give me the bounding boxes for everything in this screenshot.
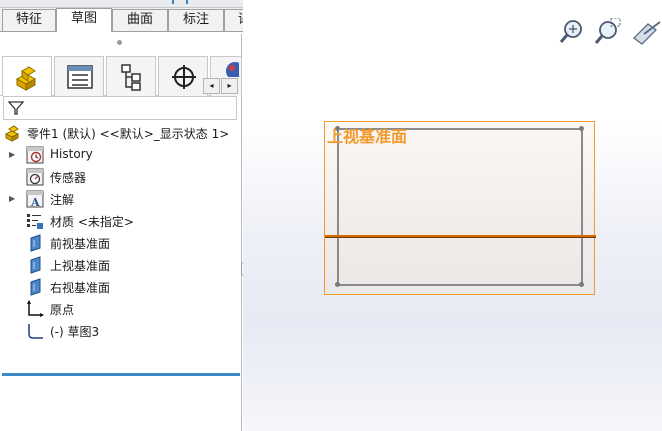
tree-item-top-plane[interactable]: 上视基准面 [0,254,242,276]
material-icon [27,214,43,229]
tree-item-label: 上视基准面 [50,259,111,273]
top-plane-preview[interactable]: 上视基准面 [324,121,596,295]
scroll-right-button[interactable]: ▸ [221,78,238,94]
history-icon [26,146,44,164]
annotations-icon: A [26,190,44,208]
tree-rollback-bar[interactable] [2,373,240,376]
plane-icon [30,278,41,296]
plane-icon [30,256,41,274]
command-manager-tabs: 特征 草图 曲面 标注 评估 [0,0,280,34]
svg-text:A: A [30,196,40,208]
active-command-indicator [172,0,188,4]
tree-root-label: 零件1 (默认) <<默认>_显示状态 1> [27,127,230,141]
tree-item-label: 注解 [50,193,75,207]
selected-edge-line[interactable] [325,235,596,238]
dimxpert-manager-icon [172,65,196,89]
panel-tab-scroller: ◂ ▸ [203,78,239,94]
feature-manager-panel: ◂ ▸ 零件1 (默认) <<默认>_显示状态 1> ▶ History 传感器… [0,34,242,431]
heads-up-view-toolbar [558,17,662,46]
plane-label: 上视基准面 [327,127,408,146]
zoom-to-area-icon [594,17,621,44]
tab-dimxpert-manager[interactable] [158,56,208,96]
display-manager-icon [226,62,239,77]
zoom-to-fit-button[interactable] [558,18,586,46]
tab-surfaces[interactable]: 曲面 [112,9,168,31]
panel-grip[interactable] [117,40,122,45]
zoom-to-area-button[interactable] [594,17,622,46]
tree-item-label: History [50,147,93,161]
sketch-icon [28,324,43,339]
tree-root[interactable]: 零件1 (默认) <<默认>_显示状态 1> [0,122,242,144]
command-manager-strip [0,0,280,8]
tree-item-right-plane[interactable]: 右视基准面 [0,276,242,298]
rectangle-vertex[interactable] [579,126,584,131]
tree-item-material[interactable]: 材质 <未指定> [0,210,242,232]
scroll-left-button[interactable]: ◂ [203,78,220,94]
tree-filter[interactable] [3,96,237,120]
tree-item-label: 右视基准面 [50,281,111,295]
expand-arrow-icon[interactable]: ▶ [9,150,15,159]
tree-item-label: (-) 草图3 [50,325,100,339]
tree-item-label: 原点 [50,303,75,317]
tree-item-front-plane[interactable]: 前视基准面 [0,232,242,254]
tab-configuration-manager[interactable] [106,56,156,96]
part-icon [4,125,20,142]
expand-arrow-icon[interactable]: ▶ [9,194,15,203]
tab-dimensions[interactable]: 标注 [168,9,224,31]
tab-feature-manager[interactable] [2,56,52,96]
tree-item-label: 前视基准面 [50,237,111,251]
previous-view-icon [633,21,661,45]
previous-view-button[interactable] [630,18,662,46]
feature-manager-icon [15,66,37,91]
plane-icon [30,234,41,252]
sketch-rectangle[interactable] [337,128,583,286]
tree-item-sensors[interactable]: 传感器 [0,166,242,188]
sensors-icon [26,168,44,186]
tab-sketch[interactable]: 草图 [56,8,112,32]
zoom-to-fit-icon [559,20,582,43]
origin-icon [27,300,44,317]
configuration-manager-icon [121,64,141,91]
tab-property-manager[interactable] [54,56,104,96]
tree-item-origin[interactable]: 原点 [0,298,242,320]
rectangle-vertex[interactable] [579,282,584,287]
tree-item-label: 材质 <未指定> [50,215,134,229]
tree-item-annotations[interactable]: ▶ A 注解 [0,188,242,210]
tree-item-label: 传感器 [50,171,87,185]
tree-item-sketch3[interactable]: (-) 草图3 [0,320,242,342]
tree-item-history[interactable]: ▶ History [0,144,242,166]
rectangle-vertex[interactable] [335,282,340,287]
filter-funnel-icon [8,101,24,115]
property-manager-icon [67,65,93,89]
tab-features[interactable]: 特征 [2,9,56,31]
graphics-viewport[interactable]: 上视基准面 [243,0,662,431]
